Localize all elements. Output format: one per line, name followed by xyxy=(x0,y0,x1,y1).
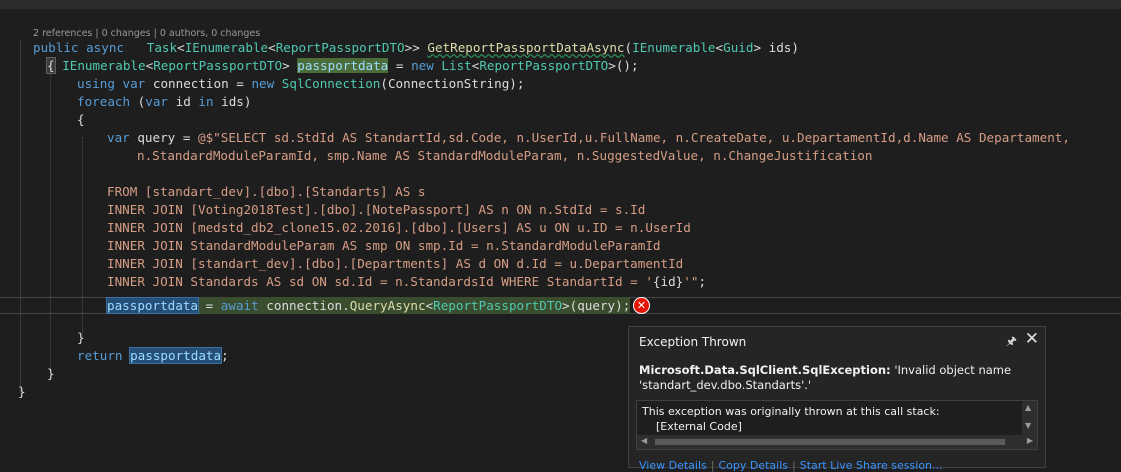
code-line-query-cont[interactable]: n.StandardModuleParamId, smp.Name AS Sta… xyxy=(137,147,872,165)
sql-string: @$"SELECT sd.StdId AS StandartId,sd.Code… xyxy=(198,130,1070,145)
codelens-references[interactable]: 2 references | 0 changes | 0 authors, 0 … xyxy=(33,28,260,39)
view-details-link[interactable]: View Details xyxy=(639,459,707,472)
scroll-down-icon[interactable]: ▼ xyxy=(1025,421,1031,430)
keyword: public xyxy=(33,40,79,55)
code-line-join-where[interactable]: INNER JOIN Standards AS sd ON sd.Id = n.… xyxy=(107,273,706,291)
code-line-foreach[interactable]: foreach (var id in ids) xyxy=(77,93,251,111)
top-tab-strip xyxy=(0,0,1121,9)
variable-highlight: passportdata xyxy=(129,347,223,364)
code-line-brace[interactable]: } xyxy=(18,383,26,401)
exception-type: Microsoft.Data.SqlClient.SqlException: xyxy=(639,363,891,377)
call-stack-item[interactable]: [External Code] xyxy=(642,419,940,434)
call-stack-box[interactable]: This exception was originally thrown at … xyxy=(636,400,1038,450)
code-line-signature[interactable]: public async Task<IEnumerable<ReportPass… xyxy=(33,39,799,57)
code-line-from[interactable]: FROM [standart_dev].[dbo].[Standarts] AS… xyxy=(107,183,425,201)
variable-highlight: passportdata xyxy=(106,297,199,314)
vertical-scrollbar[interactable]: ▲ ▼ xyxy=(1022,401,1037,435)
horizontal-scrollbar[interactable]: ◀ ▶ xyxy=(637,435,1037,449)
code-line-brace[interactable]: } xyxy=(77,329,85,347)
close-icon[interactable]: ✕ xyxy=(1025,329,1039,349)
scroll-up-icon[interactable]: ▲ xyxy=(1025,403,1031,412)
code-editor[interactable]: 2 references | 0 changes | 0 authors, 0 … xyxy=(0,9,1121,472)
code-line-join[interactable]: INNER JOIN StandardModuleParam AS smp ON… xyxy=(107,237,661,255)
code-line-current-statement[interactable]: passportdata = await connection.QueryAsy… xyxy=(106,297,631,314)
indent-guide xyxy=(50,65,51,373)
code-line-brace[interactable]: { xyxy=(77,111,85,129)
interpolation: {id} xyxy=(652,274,684,289)
scroll-right-icon[interactable]: ▶ xyxy=(1027,436,1033,445)
pin-icon[interactable]: 🖈 xyxy=(1006,332,1017,353)
code-line-query[interactable]: var query = @$"SELECT sd.StdId AS Standa… xyxy=(107,129,1070,147)
code-line-declaration[interactable]: { IEnumerable<ReportPassportDTO> passpor… xyxy=(46,57,639,75)
type-name: Task xyxy=(146,40,178,55)
keyword: async xyxy=(86,40,125,55)
code-line-join[interactable]: INNER JOIN [standart_dev].[dbo].[Departm… xyxy=(107,255,683,273)
code-line-join[interactable]: INNER JOIN [Voting2018Test].[dbo].[NoteP… xyxy=(107,201,645,219)
exception-title: Exception Thrown xyxy=(639,335,747,349)
variable-highlight: passportdata xyxy=(297,58,389,73)
scroll-thumb[interactable] xyxy=(655,439,1005,445)
brace: { xyxy=(46,57,56,74)
exception-helper-popup: Exception Thrown 🖈 ✕ Microsoft.Data.SqlC… xyxy=(628,326,1046,472)
code-line-brace[interactable]: } xyxy=(47,365,55,383)
error-icon[interactable]: ✕ xyxy=(633,297,650,314)
code-line-join[interactable]: INNER JOIN [medstd_db2_clone15.02.2016].… xyxy=(107,219,691,237)
live-share-link[interactable]: Start Live Share session... xyxy=(800,459,943,472)
code-line-using[interactable]: using var connection = new SqlConnection… xyxy=(77,75,524,93)
exception-message[interactable]: Microsoft.Data.SqlClient.SqlException: '… xyxy=(639,363,1019,393)
outline-margin xyxy=(20,39,21,394)
method-name: GetReportPassportDataAsync xyxy=(427,40,625,55)
call-stack-header: This exception was originally thrown at … xyxy=(642,405,940,418)
exception-links: View Details | Copy Details | Start Live Sha… xyxy=(639,459,943,472)
code-line-return[interactable]: return passportdata; xyxy=(77,347,229,365)
copy-details-link[interactable]: Copy Details xyxy=(718,459,788,472)
scroll-left-icon[interactable]: ◀ xyxy=(641,436,647,445)
